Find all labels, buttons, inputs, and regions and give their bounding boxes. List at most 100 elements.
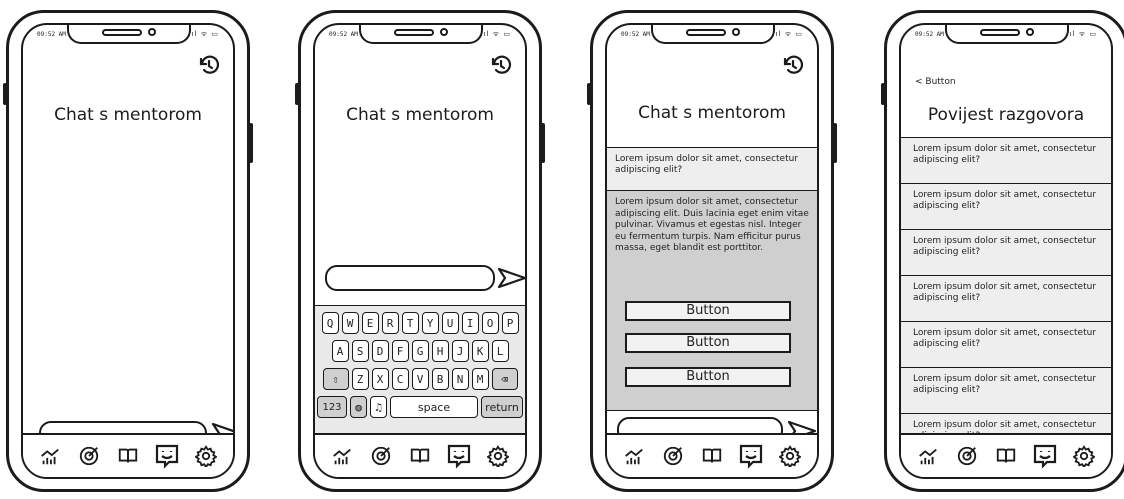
tab-learn[interactable]: [407, 443, 433, 469]
key[interactable]: S: [351, 340, 369, 362]
settings-icon: [778, 445, 801, 467]
key[interactable]: Q: [321, 312, 339, 334]
keyboard-row: 123 ◍ ♫ space return: [315, 396, 525, 418]
key[interactable]: F: [391, 340, 409, 362]
tab-bar: [315, 433, 525, 477]
return-key[interactable]: return: [481, 396, 523, 418]
key[interactable]: W: [341, 312, 359, 334]
shift-key[interactable]: ⇧: [322, 368, 349, 390]
space-key[interactable]: space: [390, 396, 478, 418]
history-list-item[interactable]: Lorem ipsum dolor sit amet, consectetur …: [901, 137, 1111, 183]
history-icon[interactable]: [197, 53, 221, 77]
option-button-3[interactable]: Button: [625, 367, 791, 387]
tab-bar: [607, 433, 817, 477]
key[interactable]: U: [441, 312, 459, 334]
history-list-item[interactable]: Lorem ipsum dolor sit amet, consectetur …: [901, 229, 1111, 275]
key[interactable]: V: [411, 368, 429, 390]
key[interactable]: Z: [351, 368, 369, 390]
chat-icon: [1033, 444, 1056, 469]
tab-goals[interactable]: [954, 443, 980, 469]
key[interactable]: C: [391, 368, 409, 390]
page-title: Chat s mentorom: [346, 105, 494, 125]
screen: 09:52 AM .ıl ᯤ ▭ Chat s mentorom Lorem i…: [605, 23, 819, 479]
tab-goals[interactable]: [76, 443, 102, 469]
tab-settings[interactable]: [193, 443, 219, 469]
screen: 09:52 AM .ıl ᯤ ▭ Chat s mentorom: [21, 23, 235, 479]
power-button: [541, 123, 545, 163]
phone-frame-chat-answer: 09:52 AM .ıl ᯤ ▭ Chat s mentorom Lorem i…: [587, 10, 837, 492]
keyboard-row: ⇧ ZXCVBNM ⌫: [315, 368, 525, 390]
history-icon[interactable]: [781, 53, 805, 77]
tab-stats[interactable]: [329, 443, 355, 469]
tab-stats[interactable]: [37, 443, 63, 469]
key[interactable]: D: [371, 340, 389, 362]
stats-icon: [333, 448, 352, 465]
keyboard-row: QWERTYUIOP: [315, 312, 525, 334]
tab-goals[interactable]: [660, 443, 686, 469]
key[interactable]: T: [401, 312, 419, 334]
message-input[interactable]: [325, 265, 495, 291]
key[interactable]: N: [451, 368, 469, 390]
key[interactable]: K: [471, 340, 489, 362]
tab-settings[interactable]: [485, 443, 511, 469]
key[interactable]: R: [381, 312, 399, 334]
tab-stats[interactable]: [915, 443, 941, 469]
notch: [67, 25, 191, 44]
tab-learn[interactable]: [699, 443, 725, 469]
key[interactable]: Y: [421, 312, 439, 334]
phone-frame-chat-empty: 09:52 AM .ıl ᯤ ▭ Chat s mentorom: [3, 10, 253, 492]
book-icon: [410, 448, 430, 463]
key[interactable]: B: [431, 368, 449, 390]
history-list-item[interactable]: Lorem ipsum dolor sit amet, consectetur …: [901, 321, 1111, 367]
book-icon: [996, 448, 1016, 463]
history-icon[interactable]: [489, 53, 513, 77]
key[interactable]: G: [411, 340, 429, 362]
key[interactable]: A: [331, 340, 349, 362]
target-icon: [372, 446, 391, 466]
history-list-item[interactable]: Lorem ipsum dolor sit amet, consectetur …: [901, 183, 1111, 229]
key[interactable]: X: [371, 368, 389, 390]
option-button-2[interactable]: Button: [625, 333, 791, 353]
tab-learn[interactable]: [993, 443, 1019, 469]
notch: [945, 25, 1069, 44]
tab-chat[interactable]: [446, 443, 472, 469]
key[interactable]: I: [461, 312, 479, 334]
tab-chat[interactable]: [154, 443, 180, 469]
key[interactable]: O: [481, 312, 499, 334]
user-question-message: Lorem ipsum dolor sit amet, consectetur …: [607, 147, 817, 191]
key[interactable]: P: [501, 312, 519, 334]
option-button-1[interactable]: Button: [625, 301, 791, 321]
settings-icon: [194, 445, 217, 467]
history-list-item[interactable]: Lorem ipsum dolor sit amet, consectetur …: [901, 367, 1111, 413]
globe-icon[interactable]: ◍: [350, 396, 367, 418]
key[interactable]: E: [361, 312, 379, 334]
tab-stats[interactable]: [621, 443, 647, 469]
volume-button: [881, 83, 885, 105]
microphone-icon[interactable]: ♫: [370, 396, 387, 418]
target-icon: [664, 446, 683, 466]
phone-frame-chat-keyboard: 09:52 AM .ıl ᯤ ▭ Chat s mentorom QWERTYU…: [295, 10, 545, 492]
tab-settings[interactable]: [1071, 443, 1097, 469]
tab-chat[interactable]: [1032, 443, 1058, 469]
backspace-key[interactable]: ⌫: [491, 368, 518, 390]
key[interactable]: M: [471, 368, 489, 390]
phone-frame-history: 09:52 AM .ıl ᯤ ▭ < Button Povijest razgo…: [881, 10, 1124, 492]
key[interactable]: J: [451, 340, 469, 362]
back-button[interactable]: < Button: [915, 77, 956, 87]
screen: 09:52 AM .ıl ᯤ ▭ Chat s mentorom QWERTYU…: [313, 23, 527, 479]
tab-chat[interactable]: [738, 443, 764, 469]
tab-goals[interactable]: [368, 443, 394, 469]
tab-learn[interactable]: [115, 443, 141, 469]
send-icon[interactable]: [497, 266, 527, 290]
power-button: [833, 123, 837, 163]
key[interactable]: H: [431, 340, 449, 362]
key[interactable]: L: [491, 340, 509, 362]
answer-text: Lorem ipsum dolor sit amet, consectetur …: [615, 197, 809, 253]
book-icon: [118, 448, 138, 463]
tab-bar: [23, 433, 233, 477]
tab-settings[interactable]: [777, 443, 803, 469]
history-list-item[interactable]: Lorem ipsum dolor sit amet, consectetur …: [901, 275, 1111, 321]
page-title: Chat s mentorom: [638, 103, 786, 123]
numbers-key[interactable]: 123: [317, 396, 347, 418]
status-icons: .ıl ᯤ ▭: [188, 30, 219, 38]
